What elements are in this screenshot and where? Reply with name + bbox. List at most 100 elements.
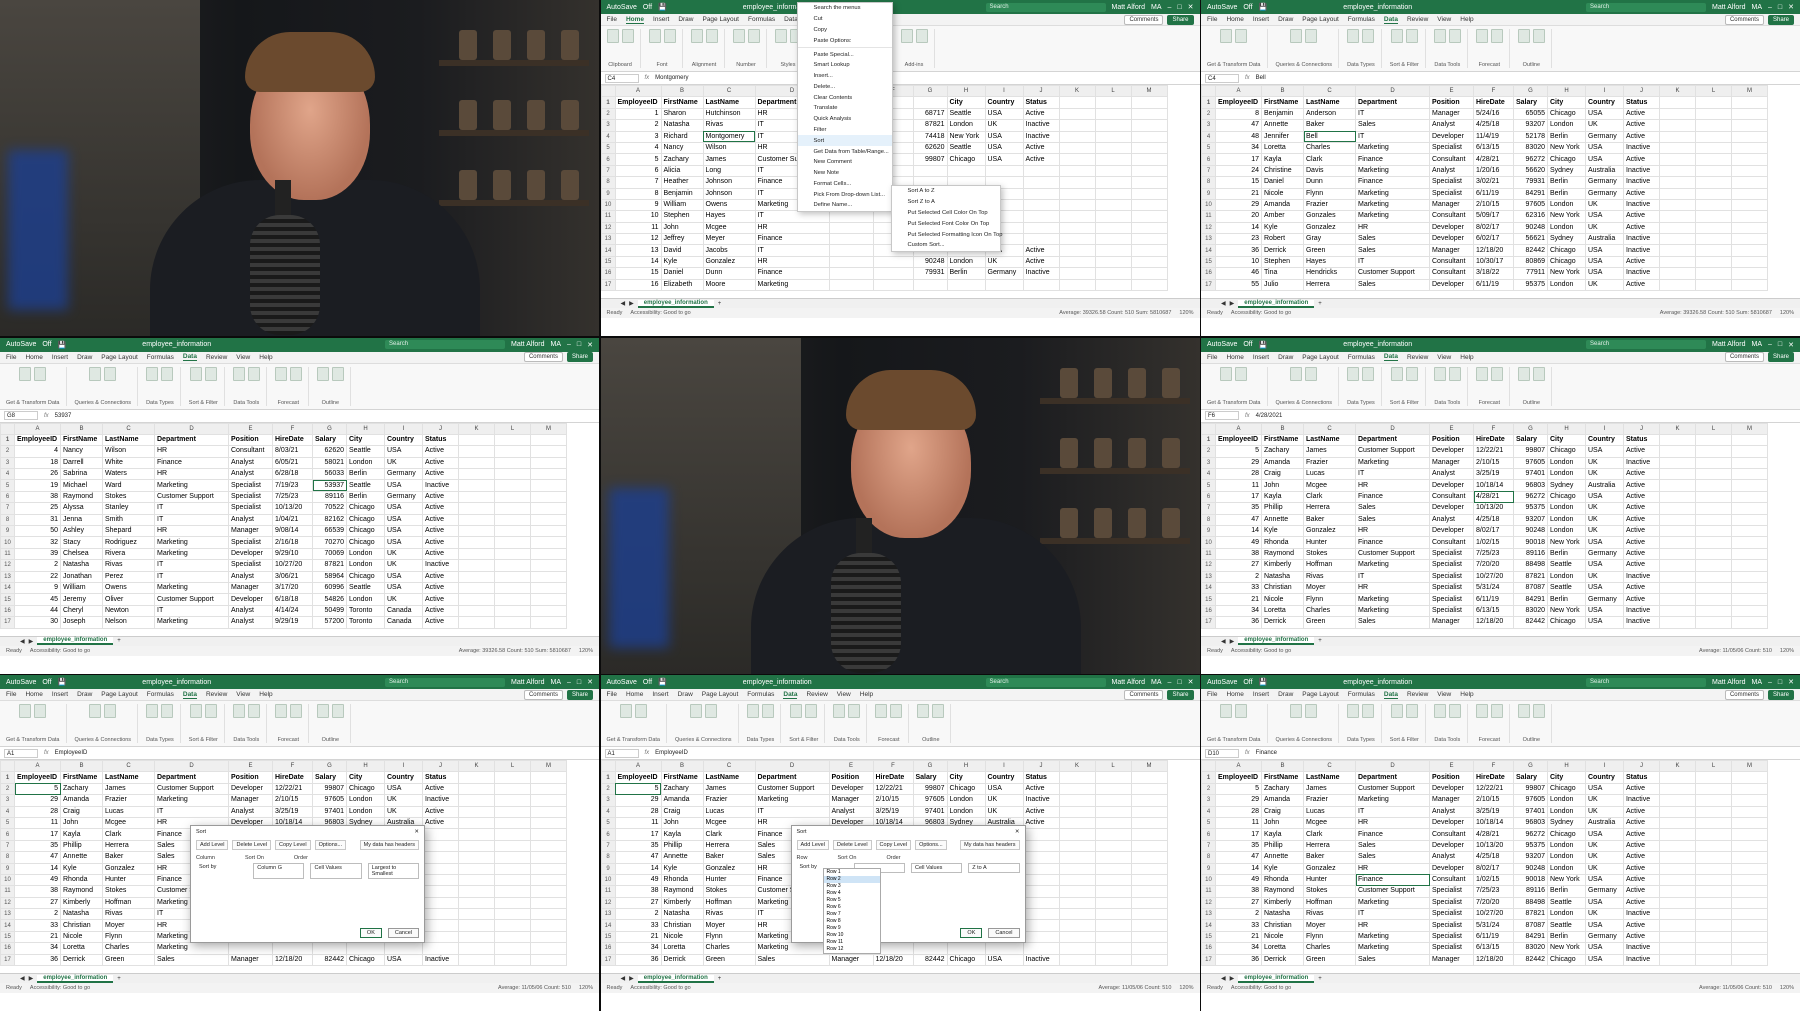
cell[interactable]: Chicago [346,782,385,796]
cell[interactable]: Germany [1585,547,1624,561]
cell[interactable]: 47 [1215,851,1262,864]
cell[interactable]: 11 [1215,479,1262,492]
cell[interactable]: 99807 [312,782,347,796]
cell[interactable]: Position [828,771,874,784]
cell[interactable]: 99807 [912,153,948,166]
cell[interactable]: William [660,198,704,212]
cell[interactable]: USA [384,536,423,549]
cell[interactable] [422,919,459,932]
empty-cell[interactable] [1695,536,1732,549]
cell[interactable]: Specialist [1429,604,1474,618]
row-number[interactable]: 14 [1201,244,1216,257]
empty-cell[interactable] [1659,782,1696,796]
cell[interactable] [1022,896,1060,910]
cell[interactable]: Nicole [1261,930,1304,944]
ribbon-command-icon[interactable] [704,704,717,718]
cell[interactable]: 5/31/24 [1473,919,1514,932]
cell[interactable]: 14 [14,862,61,875]
empty-cell[interactable] [1094,164,1132,178]
tab-insert[interactable]: Insert [52,354,68,361]
cell[interactable]: Seattle [346,581,385,595]
tab-page-layout[interactable]: Page Layout [101,691,138,698]
empty-cell[interactable] [1731,805,1768,818]
cell[interactable]: HR [154,524,229,538]
cell[interactable] [984,164,1024,178]
cell[interactable]: 77911 [1513,267,1548,280]
tab-draw[interactable]: Draw [1278,354,1293,361]
cell[interactable]: Kyle [1261,862,1304,875]
cell[interactable]: 97401 [912,805,948,818]
empty-cell[interactable] [530,468,567,481]
cell[interactable]: Sales [154,953,229,967]
empty-cell[interactable] [1659,502,1696,515]
cell[interactable]: FirstName [660,96,704,109]
cell[interactable]: Seattle [346,445,385,458]
ribbon-command-icon[interactable] [1362,29,1375,43]
empty-cell[interactable] [1659,468,1696,481]
ribbon-command-icon[interactable] [790,704,803,718]
cell[interactable]: Chicago [1547,782,1586,796]
cell[interactable]: Chicago [1547,153,1586,166]
cell[interactable]: USA [1585,581,1624,595]
empty-cell[interactable] [1130,244,1168,257]
cell[interactable]: 4/25/18 [1473,851,1514,864]
maximize-icon[interactable]: □ [1177,679,1181,686]
cell[interactable]: Christian [1261,919,1304,932]
empty-cell[interactable] [1695,851,1732,864]
empty-cell[interactable] [458,851,495,864]
cell[interactable]: 3/25/19 [872,805,914,818]
empty-cell[interactable] [1659,616,1696,629]
cell[interactable]: Loretta [1261,942,1304,955]
cell[interactable]: Chicago [346,502,385,515]
cell[interactable]: Baker [1303,119,1356,132]
ok-button[interactable]: OK [960,928,983,938]
cell[interactable]: Annette [660,851,704,864]
cell[interactable]: USA [384,782,423,796]
cell[interactable]: 93207 [1513,513,1548,527]
user-avatar[interactable]: MA [1151,4,1162,11]
cell[interactable]: 35 [14,839,61,853]
cell[interactable]: London [1547,278,1586,292]
cell[interactable]: Seattle [1547,581,1586,595]
empty-cell[interactable] [530,604,567,618]
share-button[interactable]: Share [566,352,593,362]
empty-cell[interactable] [494,547,531,561]
cell[interactable]: Active [422,547,459,561]
cell[interactable]: Lucas [1303,805,1356,818]
empty-cell[interactable] [1659,873,1696,887]
empty-cell[interactable] [1659,107,1696,121]
empty-cell[interactable] [1695,433,1732,447]
cell[interactable]: UK [1585,851,1624,864]
cell[interactable]: Active [1022,255,1060,269]
column-header[interactable]: A [1215,422,1262,435]
ribbon-command-icon[interactable] [89,704,102,718]
cell[interactable]: Zachary [660,153,704,166]
cell[interactable]: 21 [614,930,662,944]
user-avatar[interactable]: MA [1751,4,1762,11]
cell[interactable]: EmployeeID [614,771,662,784]
cell[interactable]: 82442 [1513,953,1548,967]
cell[interactable]: Benjamin [1261,107,1304,121]
context-menu-item[interactable]: New Note [798,168,892,179]
cell[interactable]: Manager [228,581,273,595]
cell[interactable] [1022,198,1060,212]
empty-cell[interactable] [1731,210,1768,223]
cell[interactable]: UK [1585,456,1624,470]
cell[interactable]: London [1547,221,1586,235]
column-header[interactable]: M [1130,85,1168,98]
cell[interactable]: Manager [1429,198,1474,212]
empty-cell[interactable] [1731,233,1768,246]
search-box[interactable]: Search [1586,340,1707,349]
row-number[interactable]: 17 [1201,616,1216,629]
cell[interactable]: London [946,794,986,807]
cell[interactable]: 2/10/15 [872,794,914,807]
column-header[interactable]: M [1731,85,1768,98]
cell[interactable]: Active [1022,805,1060,818]
cell[interactable]: Inactive [1623,570,1660,583]
cell[interactable]: 87821 [312,559,347,572]
minimize-icon[interactable]: – [567,341,571,348]
close-icon[interactable]: ✕ [587,678,593,686]
cell[interactable]: 10/18/14 [1473,479,1514,492]
empty-cell[interactable] [1130,805,1168,818]
cell[interactable]: Stephen [660,210,704,223]
